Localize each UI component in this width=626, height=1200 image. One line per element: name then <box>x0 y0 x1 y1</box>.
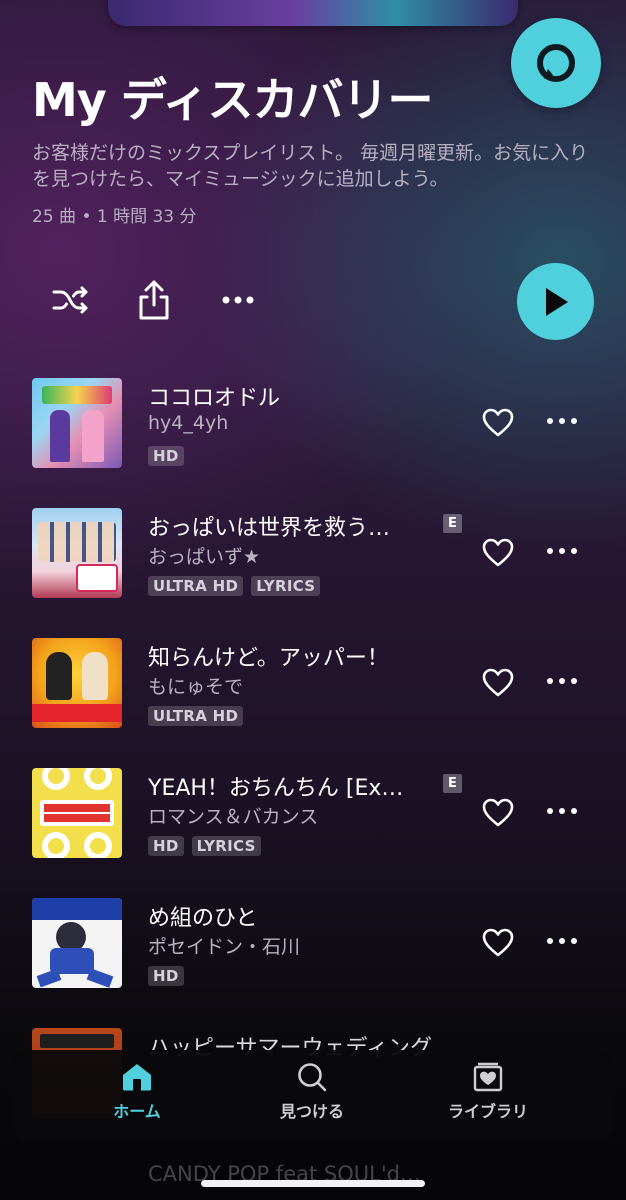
track-artist: もにゅそで <box>148 676 244 698</box>
album-art <box>32 638 122 728</box>
heart-icon[interactable] <box>482 798 514 828</box>
nav-library[interactable]: ライブラリ <box>408 1062 568 1122</box>
heart-icon[interactable] <box>482 408 514 438</box>
nav-home[interactable]: ホーム <box>57 1062 217 1122</box>
quality-badge: ULTRA HD <box>148 706 244 726</box>
heart-icon[interactable] <box>482 928 514 958</box>
play-icon <box>545 287 568 316</box>
nav-home-label: ホーム <box>113 1102 161 1121</box>
quality-badges: ULTRA HD LYRICS <box>148 576 321 596</box>
bottom-navigation: ホーム 見つける ライブラリ <box>13 1050 613 1140</box>
playlist-description: お客様だけのミックスプレイリスト。 毎週月曜更新。お気に入りを見つけたら、マイミ… <box>32 142 589 190</box>
quality-badges: HD <box>148 446 184 466</box>
more-icon[interactable] <box>545 933 579 949</box>
track-title: ココロオドル <box>148 386 281 411</box>
page-title: My ディスカバリー <box>32 73 434 127</box>
alexa-button[interactable] <box>511 18 601 108</box>
shuffle-icon <box>52 286 88 314</box>
track-title: YEAH！おちんちん [Ex… <box>148 776 404 801</box>
nav-discover[interactable]: 見つける <box>232 1062 392 1122</box>
track-row[interactable]: め組のひと ポセイドン・石川 HD <box>0 898 626 998</box>
more-options-button[interactable] <box>220 292 256 308</box>
track-title: め組のひと <box>148 906 258 931</box>
search-icon <box>298 1063 327 1092</box>
explicit-badge: E <box>443 514 462 533</box>
album-art <box>32 768 122 858</box>
track-title: 知らんけど。アッパー！ <box>148 646 389 671</box>
track-row[interactable]: ココロオドル hy4_4yh HD <box>0 378 626 478</box>
album-art <box>32 898 122 988</box>
quality-badges: HD LYRICS <box>148 836 261 856</box>
track-artist: hy4_4yh <box>148 412 229 434</box>
quality-badge: HD <box>148 836 184 856</box>
track-row[interactable]: 知らんけど。アッパー！ もにゅそで ULTRA HD <box>0 638 626 738</box>
track-row[interactable]: YEAH！おちんちん [Ex… E ロマンス＆バカンス HD LYRICS <box>0 768 626 868</box>
track-artist: おっぱいず★ <box>148 546 261 568</box>
track-row[interactable]: おっぱいは世界を救う… E おっぱいず★ ULTRA HD LYRICS <box>0 508 626 608</box>
home-indicator <box>201 1180 425 1187</box>
album-art <box>32 508 122 598</box>
nav-library-label: ライブラリ <box>447 1102 528 1121</box>
heart-icon[interactable] <box>482 538 514 568</box>
explicit-badge: E <box>443 774 462 793</box>
album-art <box>32 378 122 468</box>
more-icon[interactable] <box>545 413 579 429</box>
quality-badges: HD <box>148 966 184 986</box>
track-artist: ポセイドン・石川 <box>148 936 301 958</box>
quality-badges: ULTRA HD <box>148 706 244 726</box>
share-button[interactable] <box>136 278 172 322</box>
play-button[interactable] <box>517 263 594 340</box>
heart-icon[interactable] <box>482 668 514 698</box>
header-artwork <box>108 0 518 26</box>
library-icon <box>473 1062 503 1092</box>
quality-badge: ULTRA HD <box>148 576 244 596</box>
alexa-icon <box>537 44 575 82</box>
lyrics-badge: LYRICS <box>251 576 321 596</box>
lyrics-badge: LYRICS <box>191 836 261 856</box>
playlist-meta: 25 曲 • 1 時間 33 分 <box>32 207 197 227</box>
more-icon[interactable] <box>545 803 579 819</box>
more-icon[interactable] <box>545 543 579 559</box>
home-icon <box>123 1064 151 1091</box>
share-icon <box>139 280 169 320</box>
quality-badge: HD <box>148 966 184 986</box>
more-icon[interactable] <box>545 673 579 689</box>
quality-badge: HD <box>148 446 184 466</box>
more-icon <box>222 296 254 304</box>
shuffle-button[interactable] <box>50 282 92 318</box>
nav-discover-label: 見つける <box>279 1102 344 1121</box>
track-title: おっぱいは世界を救う… <box>148 516 391 541</box>
track-artist: ロマンス＆バカンス <box>148 806 319 828</box>
